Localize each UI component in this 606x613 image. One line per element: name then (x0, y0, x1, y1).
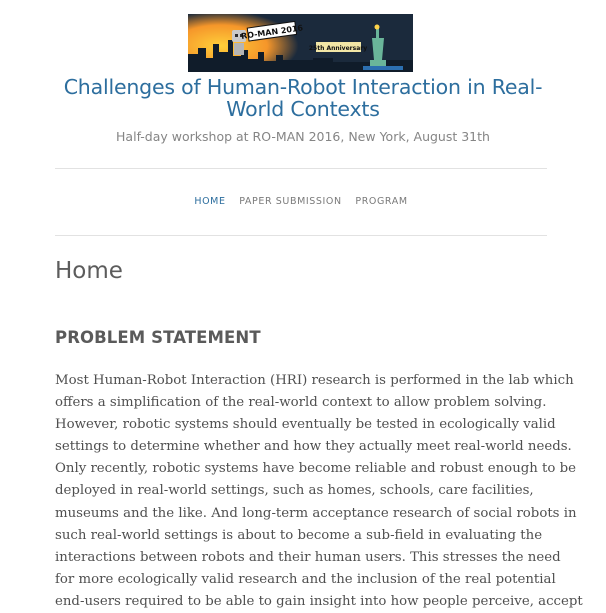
header-divider (55, 168, 547, 169)
paragraph-line: interactions between robots and their hu… (55, 549, 561, 565)
paragraph-line: However, robotic systems should eventual… (55, 417, 556, 433)
problem-statement-paragraph: Most Human-Robot Interaction (HRI) resea… (55, 370, 583, 613)
paragraph-line: offers a simplification of the real-worl… (55, 395, 547, 411)
paragraph-line: Only recently, robotic systems have beco… (55, 461, 577, 477)
paragraph-line: deployed in real-world settings, such as… (55, 483, 534, 499)
paragraph-line: such real-world settings is about to bec… (55, 527, 543, 543)
site-description: Half-day workshop at RO-MAN 2016, New Yo… (116, 129, 490, 144)
main-navigation: HOME PAPER SUBMISSION PROGRAM (55, 196, 547, 207)
header-banner-image[interactable]: RO-MAN 2016 25th Anniversary (188, 14, 413, 72)
paragraph-line: Most Human-Robot Interaction (HRI) resea… (55, 373, 574, 388)
nav-item-program[interactable]: PROGRAM (355, 196, 407, 207)
banner-artwork: RO-MAN 2016 25th Anniversary (188, 14, 413, 72)
nav-item-home[interactable]: HOME (194, 196, 225, 207)
paragraph-line: settings to determine whether and how th… (55, 439, 572, 455)
paragraph-line: museums and the like. And long-term acce… (55, 505, 577, 521)
paragraph-line: for more ecologically valid research and… (55, 571, 556, 587)
banner-anniversary-text: 25th Anniversary (309, 45, 367, 52)
section-title: PROBLEM STATEMENT (55, 328, 261, 347)
site-title[interactable]: Challenges of Human-Robot Interaction in… (40, 76, 566, 120)
paragraph-line: end-users required to be able to gain in… (55, 593, 583, 609)
nav-item-paper-submission[interactable]: PAPER SUBMISSION (239, 196, 342, 207)
nav-divider (55, 235, 547, 236)
page-title: Home (55, 258, 123, 284)
